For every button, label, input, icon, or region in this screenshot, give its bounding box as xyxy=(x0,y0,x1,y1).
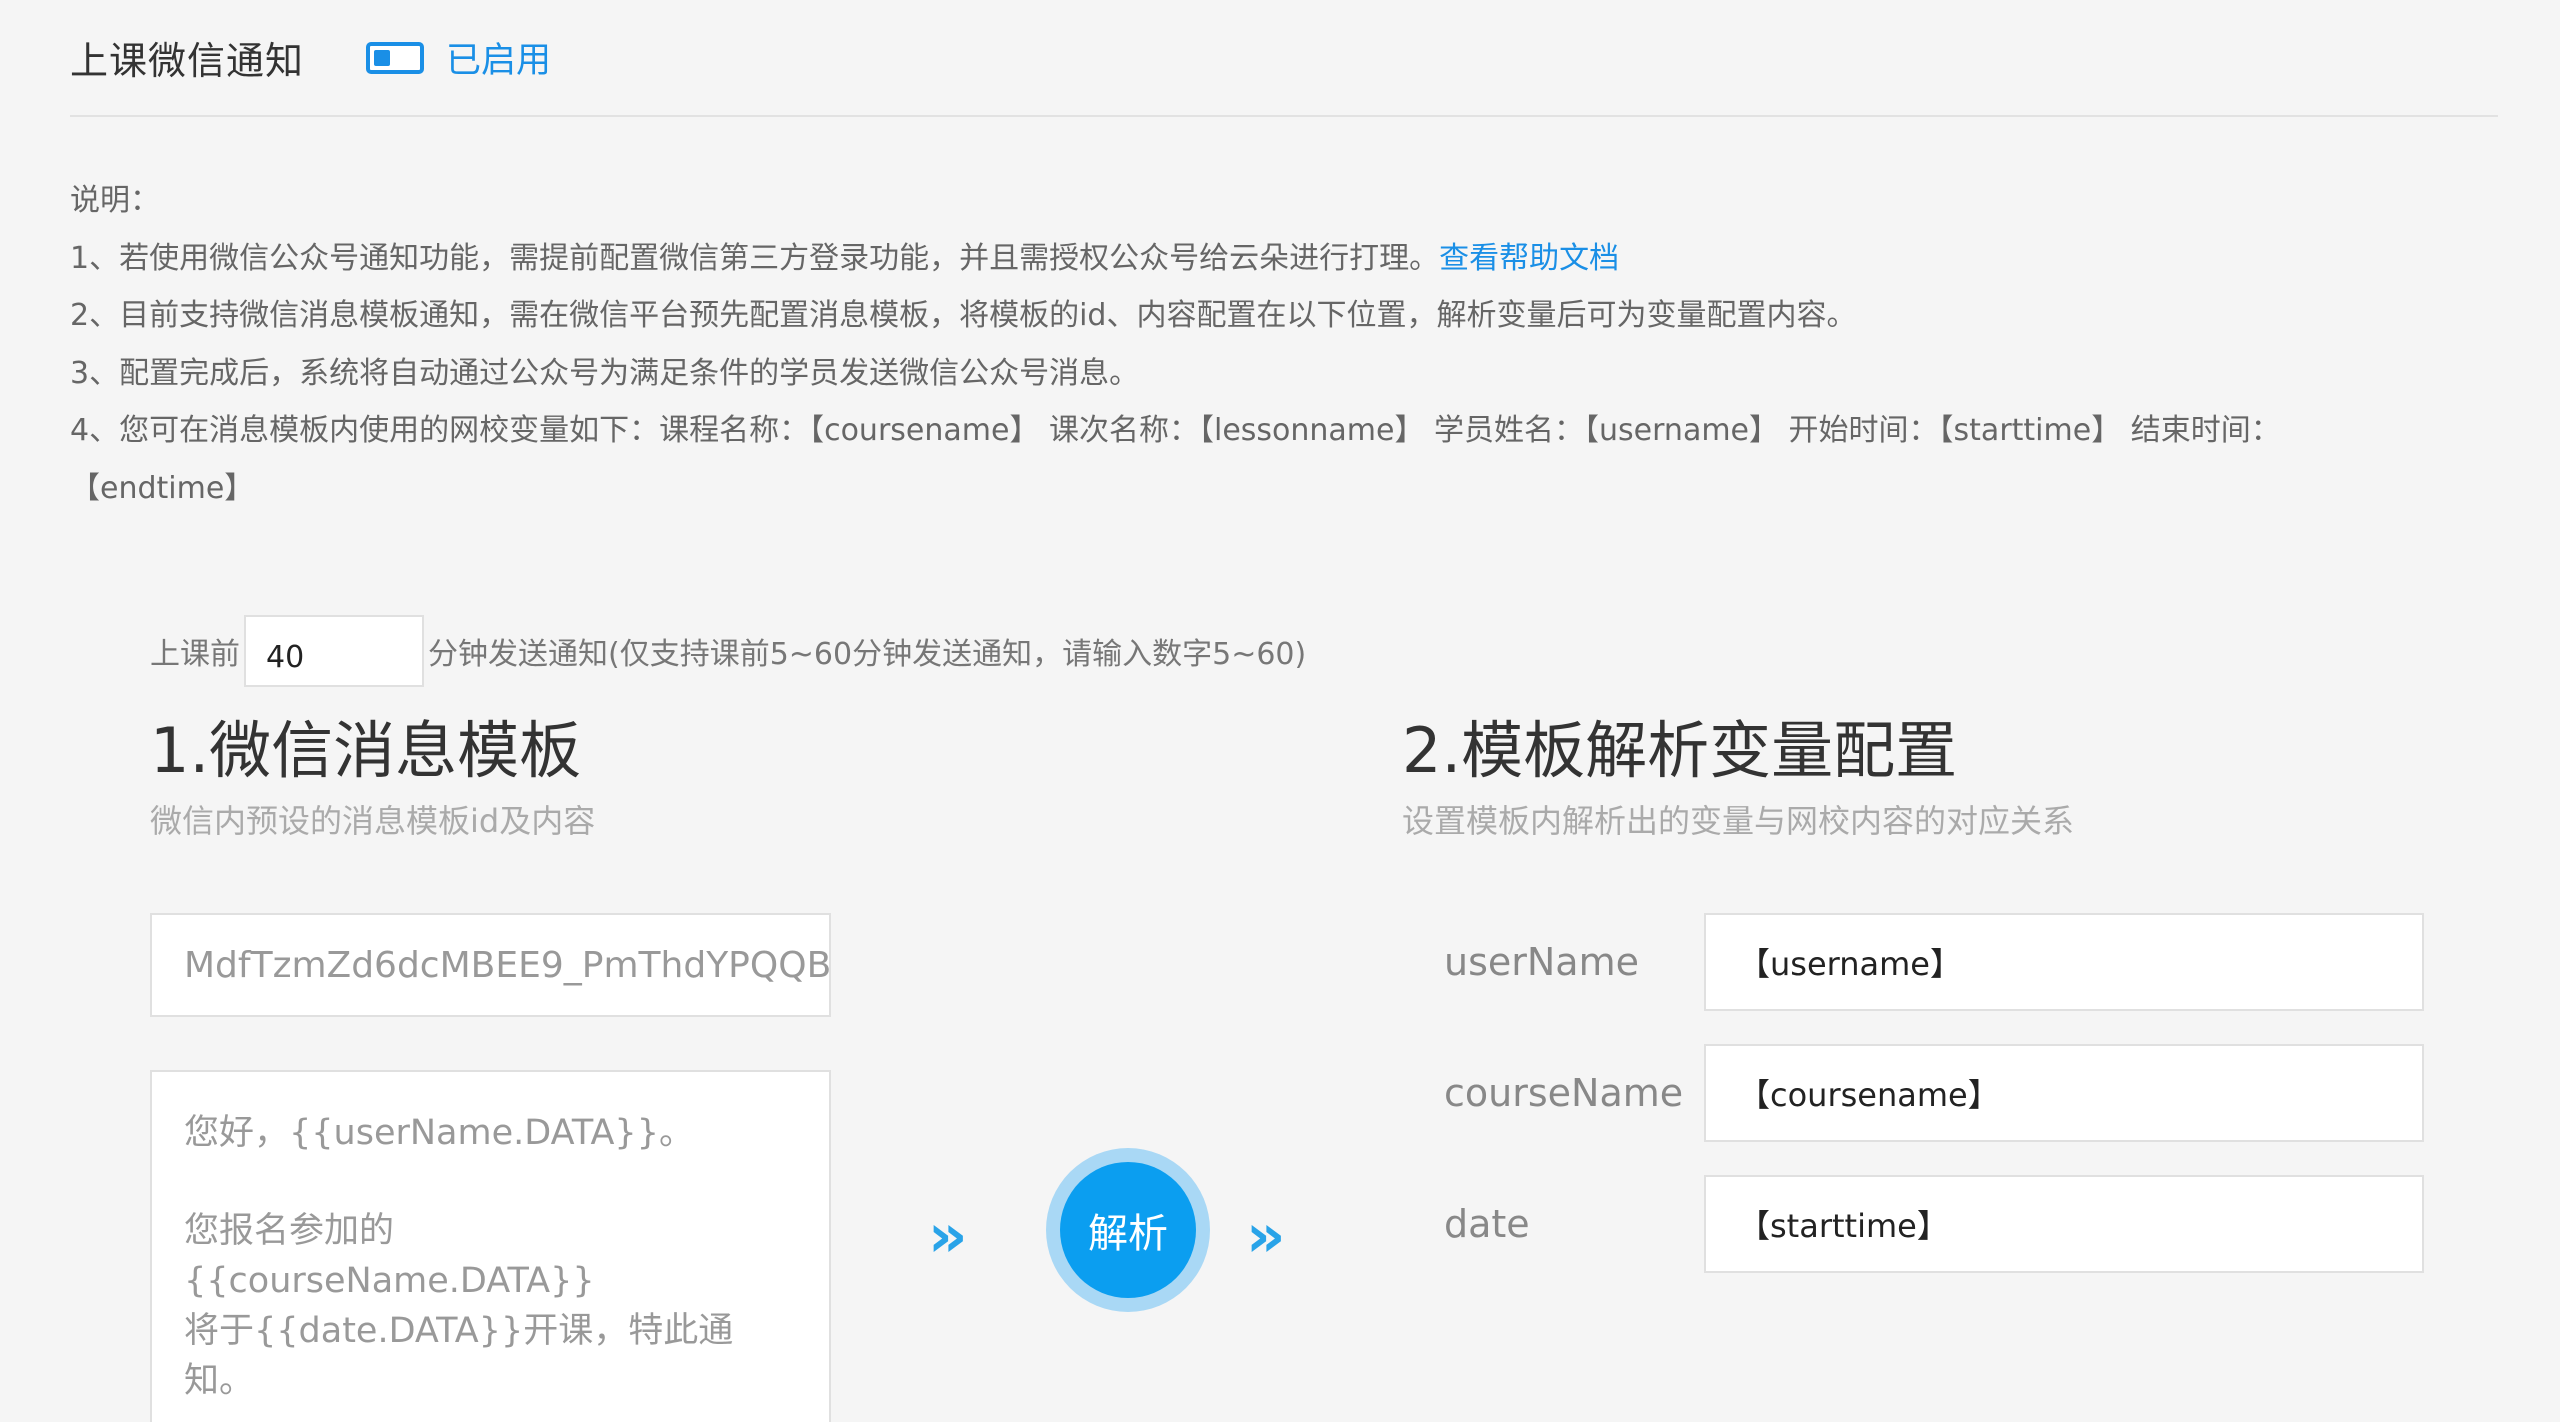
help-doc-link[interactable]: 查看帮助文档 xyxy=(1439,241,1619,276)
template-content-textarea[interactable]: 您好，{{userName.DATA}}。 您报名参加的{{courseName… xyxy=(150,1070,831,1422)
variable-input-date[interactable]: 【starttime】 xyxy=(1704,1175,2424,1273)
parse-button-ring: 解析 xyxy=(1046,1148,1210,1312)
toggle-status-label: 已启用 xyxy=(446,41,552,81)
instruction-line-3: 3、配置完成后，系统将自动通过公众号为满足条件的学员发送微信公众号消息。 xyxy=(70,355,1140,391)
minutes-hint: 分钟发送通知(仅支持课前5~60分钟发送通知，请输入数字5~60) xyxy=(428,637,1307,672)
template-content-line-2: 您报名参加的{{courseName.DATA}} xyxy=(184,1211,595,1301)
parse-button[interactable]: 解析 xyxy=(1060,1162,1196,1298)
instructions-heading: 说明： xyxy=(70,183,160,218)
instruction-line-1-text: 1、若使用微信公众号通知功能，需提前配置微信第三方登录功能，并且需授权公众号给云… xyxy=(70,240,1440,276)
variables-section-subtitle: 设置模板内解析出的变量与网校内容的对应关系 xyxy=(1402,802,2075,840)
toggle-knob xyxy=(374,49,391,66)
template-content-line-1: 您好，{{userName.DATA}}。 xyxy=(184,1113,694,1153)
chevron-right-icon: ›› xyxy=(1246,1201,1286,1271)
instruction-line-4: 4、您可在消息模板内使用的网校变量如下：课程名称：【coursename】 课次… xyxy=(70,413,2281,448)
instructions: 说明： 1、若使用微信公众号通知功能，需提前配置微信第三方登录功能，并且需授权公… xyxy=(70,172,2510,517)
template-id-input[interactable]: MdfTzmZd6dcMBEE9_PmThdYPQQB xyxy=(150,913,831,1017)
page-header: 上课微信通知 已启用 xyxy=(70,0,2498,117)
instruction-line-1: 1、若使用微信公众号通知功能，需提前配置微信第三方登录功能，并且需授权公众号给云… xyxy=(70,230,2510,288)
instruction-line-2: 2、目前支持微信消息模板通知，需在微信平台预先配置消息模板，将模板的id、内容配… xyxy=(70,298,1857,333)
variable-label-username: userName xyxy=(1444,940,1639,984)
chevron-right-icon: ›› xyxy=(928,1201,968,1271)
variable-input-coursename[interactable]: 【coursename】 xyxy=(1704,1044,2424,1142)
minutes-input[interactable] xyxy=(244,615,424,687)
enable-toggle[interactable] xyxy=(366,41,425,74)
page-title: 上课微信通知 xyxy=(70,39,305,83)
variable-label-coursename: courseName xyxy=(1444,1071,1684,1115)
instruction-line-5: 【endtime】 xyxy=(70,470,255,506)
variable-label-date: date xyxy=(1444,1202,1530,1246)
template-section-title: 1.微信消息模板 xyxy=(150,714,582,787)
variables-section-title: 2.模板解析变量配置 xyxy=(1402,714,1958,787)
template-content-line-3: 将于{{date.DATA}}开课，特此通知。 xyxy=(184,1311,734,1401)
template-section-subtitle: 微信内预设的消息模板id及内容 xyxy=(150,802,596,840)
variable-input-username[interactable]: 【username】 xyxy=(1704,913,2424,1011)
minutes-prefix-label: 上课前 xyxy=(150,637,240,672)
minutes-setting: 上课前 分钟发送通知(仅支持课前5~60分钟发送通知，请输入数字5~60) xyxy=(150,614,1306,688)
